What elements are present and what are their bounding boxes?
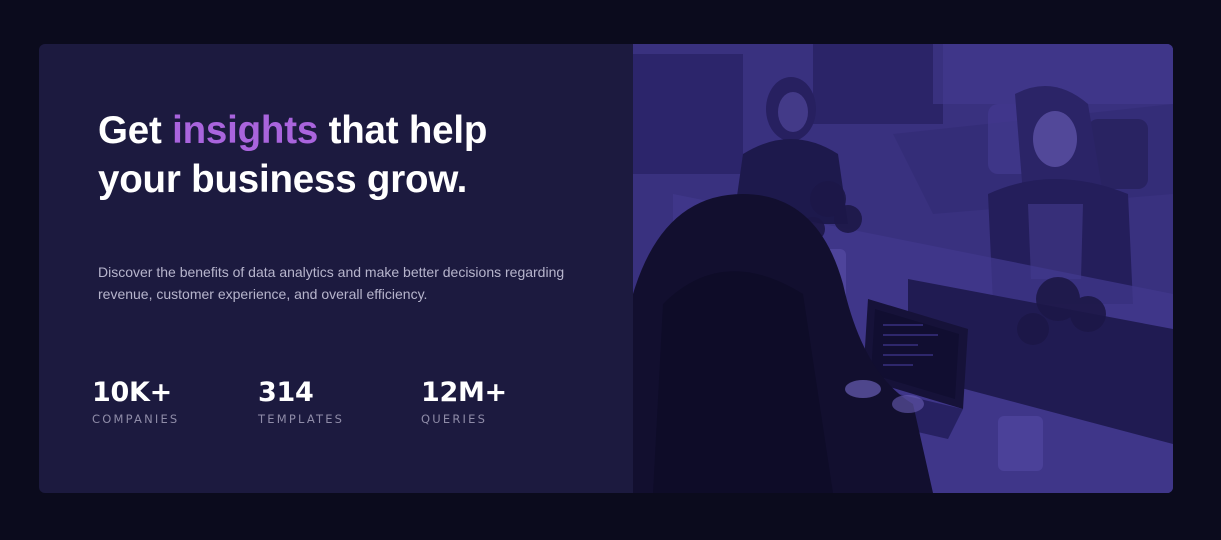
hero-content: Get insights that help your business gro… xyxy=(39,44,633,493)
stat-label: QUERIES xyxy=(421,412,488,426)
hero-description: Discover the benefits of data analytics … xyxy=(98,264,565,302)
headline-text-start: Get xyxy=(98,109,173,152)
stat-value: 10K+ xyxy=(92,377,172,408)
stat-value: 314 xyxy=(258,377,314,408)
headline-accent-word: insights xyxy=(172,109,319,152)
stat-templates: 314 TEMPLATES xyxy=(258,376,344,426)
stat-label: COMPANIES xyxy=(92,412,180,426)
stat-label: TEMPLATES xyxy=(258,412,345,426)
stats-row: 10K+ COMPANIES 314 TEMPLATES 12M+ QUERIE… xyxy=(92,376,572,436)
hero-image xyxy=(633,44,1173,493)
office-team-illustration xyxy=(633,44,1173,493)
stat-value: 12M+ xyxy=(421,377,507,408)
hero-headline: Get insights that help your business gro… xyxy=(98,106,578,204)
hero-card: Get insights that help your business gro… xyxy=(39,44,1173,493)
stat-companies: 10K+ COMPANIES xyxy=(92,376,179,426)
stat-queries: 12M+ QUERIES xyxy=(421,376,507,426)
